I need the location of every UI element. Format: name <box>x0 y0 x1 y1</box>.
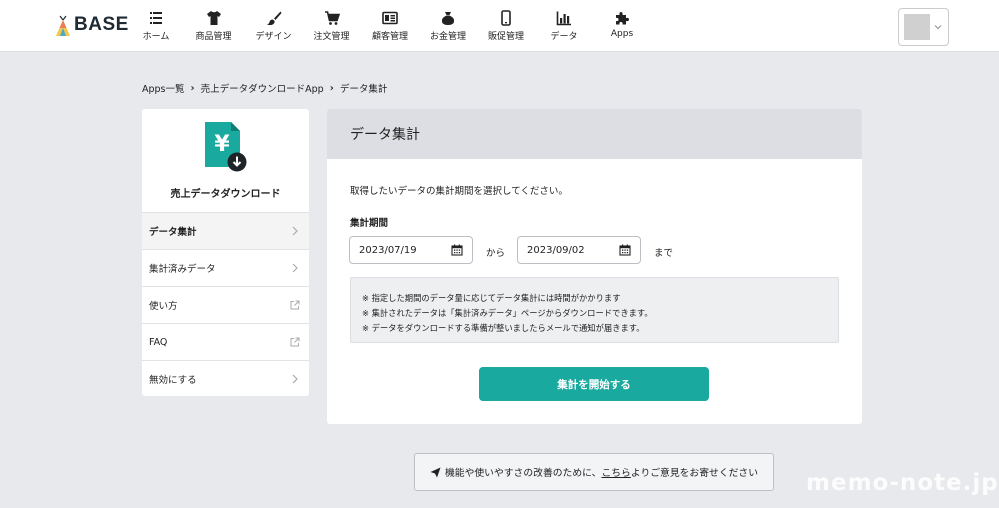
start-date-field[interactable]: 2023/07/19 <box>349 236 473 264</box>
sidebar-item-data-aggregation[interactable]: データ集計 <box>142 213 309 250</box>
app-name: 売上データダウンロード <box>170 189 281 200</box>
nav-label: デザイン <box>255 32 292 42</box>
sidebar-item-label: 無効にする <box>149 375 197 386</box>
account-menu-button[interactable] <box>898 8 949 46</box>
nav-label: ホーム <box>142 32 170 42</box>
data-aggregation-panel: データ集計 取得したいデータの集計期間を選択してください。 集計期間 2023/… <box>327 109 862 424</box>
nav-item-data[interactable]: データ <box>535 0 593 51</box>
sidebar-item-faq[interactable]: FAQ <box>142 324 309 361</box>
watermark: memo-note.jp <box>806 470 999 496</box>
puzzle-icon <box>616 12 629 25</box>
breadcrumb-separator-icon: › <box>190 82 195 94</box>
svg-text:¥: ¥ <box>214 132 230 157</box>
sidebar-item-how-to-use[interactable]: 使い方 <box>142 287 309 324</box>
feedback-prefix: 機能や使いやすさの改善のために、 <box>444 468 602 479</box>
note-line: ※ データをダウンロードする準備が整いましたらメールで通知が届きます。 <box>362 323 645 333</box>
from-text: から <box>486 248 506 259</box>
sidebar-item-label: 使い方 <box>149 301 178 312</box>
nav-label: 商品管理 <box>195 32 232 42</box>
nav-label: 販促管理 <box>487 32 524 42</box>
intro-text: 取得したいデータの集計期間を選択してください。 <box>350 186 568 197</box>
nav-item-money[interactable]: お金管理 <box>419 0 477 51</box>
chevron-down-icon <box>934 25 942 30</box>
nav-item-home[interactable]: ホーム <box>130 0 182 51</box>
feedback-suffix: よりご意見をお寄せください <box>630 468 759 479</box>
app-header: ¥ 売上データダウンロード <box>142 109 309 213</box>
external-link-icon <box>290 337 300 347</box>
bar-chart-icon <box>556 11 571 26</box>
chevron-right-icon <box>292 226 298 236</box>
paper-plane-icon <box>430 467 441 477</box>
app-sidebar: ¥ 売上データダウンロード データ集計 集計済みデータ 使い方 FAQ 無効にす… <box>142 109 309 396</box>
cart-icon <box>324 11 340 25</box>
breadcrumb: Apps一覧 › 売上データダウンロードApp › データ集計 <box>142 81 388 96</box>
end-date-field[interactable]: 2023/09/02 <box>517 236 641 264</box>
yen-document-download-icon: ¥ <box>205 122 247 172</box>
external-link-icon <box>290 300 300 310</box>
sidebar-item-label: データ集計 <box>149 227 197 238</box>
panel-header: データ集計 <box>327 109 862 159</box>
feedback-button[interactable]: 機能や使いやすさの改善のために、 こちら よりご意見をお寄せください <box>414 453 774 491</box>
nav-label: データ <box>550 32 578 42</box>
nav-item-products[interactable]: 商品管理 <box>182 0 245 51</box>
to-text: まで <box>654 248 674 259</box>
avatar <box>904 14 930 40</box>
customer-card-icon <box>382 11 398 25</box>
nav-item-customers[interactable]: 顧客管理 <box>361 0 419 51</box>
end-date-value: 2023/09/02 <box>527 245 585 256</box>
notes-box: ※ 指定した期間のデータ量に応じてデータ集計には時間がかかります ※ 集計された… <box>350 277 839 343</box>
sidebar-item-disable[interactable]: 無効にする <box>142 361 309 396</box>
nav-item-promotion[interactable]: 販促管理 <box>477 0 535 51</box>
sidebar-item-label: FAQ <box>149 336 168 348</box>
breadcrumb-apps-list[interactable]: Apps一覧 <box>142 81 185 95</box>
home-list-icon <box>150 12 162 24</box>
base-logo-icon <box>56 15 70 36</box>
tshirt-icon <box>206 11 221 25</box>
feedback-link[interactable]: こちら <box>601 465 630 479</box>
nav-label: Apps <box>610 29 634 39</box>
calendar-icon[interactable] <box>619 244 631 256</box>
start-aggregation-button[interactable]: 集計を開始する <box>479 367 709 401</box>
brand-name: BASE <box>74 14 129 35</box>
period-label: 集計期間 <box>350 218 389 229</box>
nav-item-orders[interactable]: 注文管理 <box>302 0 361 51</box>
sidebar-item-aggregated-data[interactable]: 集計済みデータ <box>142 250 309 287</box>
main-nav: ホーム 商品管理 デザイン 注文管理 顧客管理 お金管理 販促管理 データ Ap… <box>130 0 651 51</box>
page-title: データ集計 <box>350 127 420 143</box>
base-logo[interactable]: BASE <box>56 14 129 36</box>
nav-item-apps[interactable]: Apps <box>593 0 651 51</box>
chevron-right-icon <box>292 374 298 384</box>
start-date-value: 2023/07/19 <box>359 245 417 256</box>
chevron-right-icon <box>292 263 298 273</box>
sidebar-item-label: 集計済みデータ <box>149 264 216 275</box>
note-line: ※ 指定した期間のデータ量に応じてデータ集計には時間がかかります <box>362 293 621 303</box>
nav-label: 顧客管理 <box>371 32 408 42</box>
top-bar: BASE ホーム 商品管理 デザイン 注文管理 顧客管理 お金管理 販促管理 デ… <box>0 0 999 52</box>
note-line: ※ 集計されたデータは「集計済みデータ」ページからダウンロードできます。 <box>362 308 653 318</box>
nav-item-design[interactable]: デザイン <box>245 0 302 51</box>
breadcrumb-current: データ集計 <box>339 84 388 95</box>
breadcrumb-separator-icon: › <box>329 82 334 94</box>
breadcrumb-sales-app[interactable]: 売上データダウンロードApp <box>201 81 324 95</box>
money-bag-icon <box>441 12 455 25</box>
smartphone-icon <box>501 10 511 26</box>
brush-icon <box>266 11 281 26</box>
nav-label: お金管理 <box>429 32 466 42</box>
calendar-icon[interactable] <box>451 244 463 256</box>
nav-label: 注文管理 <box>313 32 350 42</box>
